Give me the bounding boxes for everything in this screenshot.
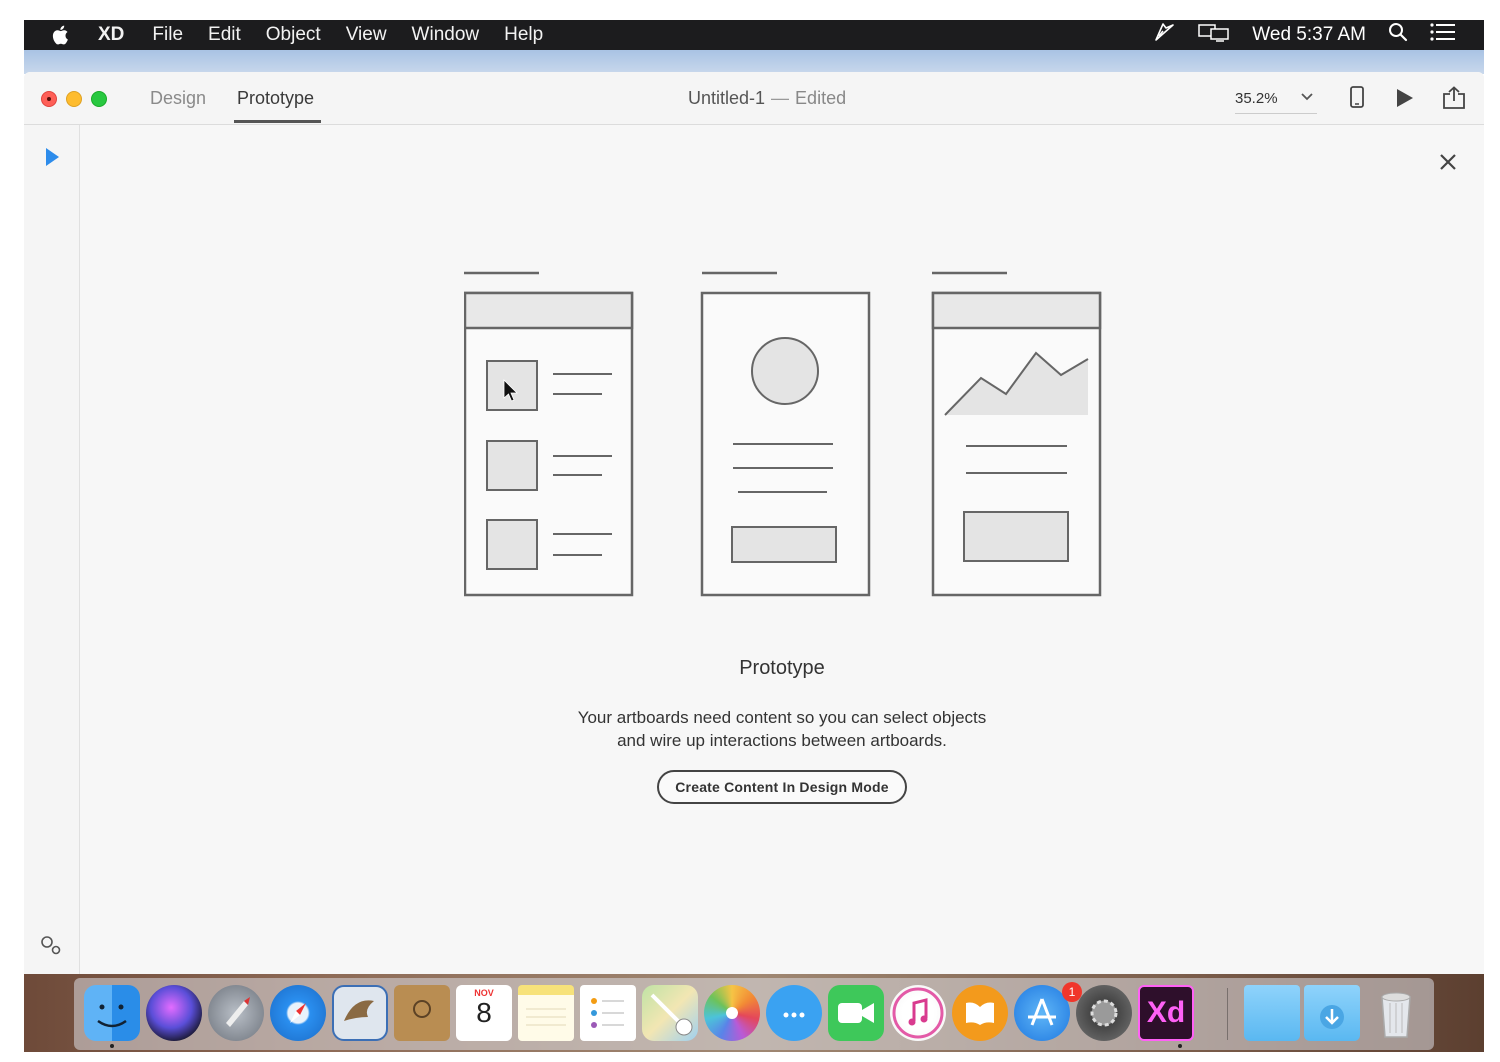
facetime-icon[interactable] xyxy=(828,985,884,1041)
title-separator: — xyxy=(771,88,790,108)
document-name: Untitled-1 xyxy=(688,88,766,108)
menu-help[interactable]: Help xyxy=(504,24,543,46)
trash-icon[interactable] xyxy=(1368,985,1424,1041)
title-bar: Design Prototype Untitled-1— Edited 35.2% xyxy=(24,72,1484,125)
menu-clock[interactable]: Wed 5:37 AM xyxy=(1252,24,1366,46)
dock-separator xyxy=(1227,988,1228,1040)
empty-state-description: Your artboards need content so you can s… xyxy=(532,706,1032,752)
siri-icon[interactable] xyxy=(146,985,202,1041)
tab-design[interactable]: Design xyxy=(150,88,206,109)
zoom-value: 35.2% xyxy=(1235,90,1278,107)
reminders-icon[interactable] xyxy=(580,985,636,1041)
maps-icon[interactable] xyxy=(642,985,698,1041)
calendar-day: 8 xyxy=(476,997,492,1028)
adobe-xd-icon[interactable]: Xd xyxy=(1138,985,1194,1041)
menu-file[interactable]: File xyxy=(152,24,183,46)
create-content-button[interactable]: Create Content In Design Mode xyxy=(657,770,907,804)
assets-symbols-icon[interactable] xyxy=(40,935,62,960)
launchpad-icon[interactable] xyxy=(208,985,264,1041)
downloads-folder-icon[interactable] xyxy=(1304,985,1360,1041)
document-title: Untitled-1— Edited xyxy=(688,88,846,109)
safari-icon[interactable] xyxy=(270,985,326,1041)
device-preview-icon[interactable] xyxy=(1350,86,1364,113)
tab-prototype[interactable]: Prototype xyxy=(237,88,314,109)
calendar-icon[interactable]: NOV 8 xyxy=(456,985,512,1041)
xd-window: Design Prototype Untitled-1— Edited 35.2% xyxy=(24,72,1484,974)
zoom-dropdown[interactable]: 35.2% xyxy=(1235,90,1317,114)
zoom-window-button[interactable] xyxy=(91,91,107,107)
empty-state-description-line1: Your artboards need content so you can s… xyxy=(577,708,987,727)
empty-state-title: Prototype xyxy=(739,657,825,679)
finder-running-dot xyxy=(110,1044,114,1048)
menu-view[interactable]: View xyxy=(346,24,387,46)
adobe-xd-running-dot xyxy=(1178,1044,1182,1048)
spotlight-search-icon[interactable] xyxy=(1388,22,1408,48)
apple-menu-icon[interactable] xyxy=(24,24,98,46)
contacts-icon[interactable] xyxy=(394,985,450,1041)
applications-folder-icon[interactable] xyxy=(1244,985,1300,1041)
document-status: Edited xyxy=(795,88,847,108)
adobe-xd-label: Xd xyxy=(1146,996,1186,1029)
airplay-display-icon[interactable] xyxy=(1198,22,1230,48)
close-icon[interactable] xyxy=(1438,152,1458,172)
mail-icon[interactable] xyxy=(332,985,388,1041)
system-preferences-icon[interactable] xyxy=(1076,985,1132,1041)
active-tab-indicator xyxy=(234,120,321,123)
notification-center-icon[interactable] xyxy=(1430,23,1456,47)
play-preview-icon[interactable] xyxy=(1396,88,1414,113)
screen: XD File Edit Object View Window Help Wed… xyxy=(0,0,1500,1062)
itunes-icon[interactable] xyxy=(890,985,946,1041)
ibooks-icon[interactable] xyxy=(952,985,1008,1041)
messages-icon[interactable] xyxy=(766,985,822,1041)
left-toolbar xyxy=(24,125,80,974)
menu-edit[interactable]: Edit xyxy=(208,24,241,46)
desktop-wallpaper-strip xyxy=(24,50,1484,74)
photos-icon[interactable] xyxy=(704,985,760,1041)
menu-object[interactable]: Object xyxy=(266,24,321,46)
window-controls xyxy=(41,91,107,107)
artboards-illustration xyxy=(464,271,1102,597)
empty-state-description-line2: and wire up interactions between artboar… xyxy=(617,731,947,750)
chevron-down-icon xyxy=(1301,90,1313,105)
menu-window[interactable]: Window xyxy=(412,24,480,46)
share-export-icon[interactable] xyxy=(1442,86,1466,115)
share-arrow-icon[interactable] xyxy=(1154,22,1176,48)
dock: NOV 8 1 Xd xyxy=(74,978,1434,1050)
select-tool-icon[interactable] xyxy=(44,147,60,172)
menu-app-name[interactable]: XD xyxy=(98,24,124,46)
minimize-window-button[interactable] xyxy=(66,91,82,107)
finder-icon[interactable] xyxy=(84,985,140,1041)
close-window-button[interactable] xyxy=(41,91,57,107)
notes-icon[interactable] xyxy=(518,985,574,1041)
menu-bar: XD File Edit Object View Window Help Wed… xyxy=(24,20,1484,50)
